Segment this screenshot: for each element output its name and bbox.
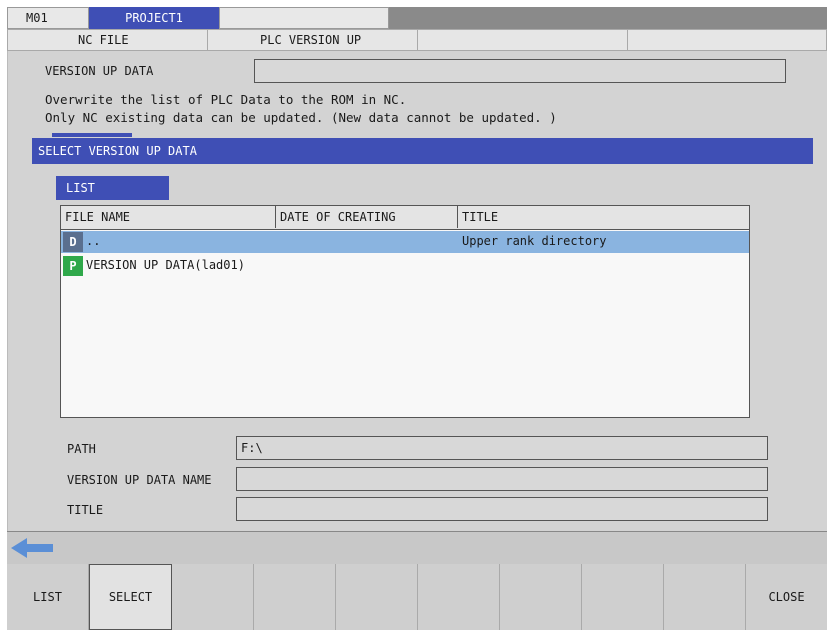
row-file-name: .. <box>86 234 101 248</box>
path-label: PATH <box>67 442 96 456</box>
row-file-name: VERSION UP DATA(lad01) <box>86 258 245 272</box>
softkey-6[interactable] <box>418 564 500 630</box>
softkey-3[interactable] <box>172 564 254 630</box>
path-field[interactable]: F:\ <box>236 436 768 460</box>
row-title: Upper rank directory <box>462 234 607 248</box>
tab-plc-version-up[interactable]: PLC VERSION UP <box>208 30 418 50</box>
version-up-data-field[interactable] <box>254 59 786 83</box>
nav-row <box>7 531 827 564</box>
softkey-select[interactable]: SELECT <box>89 564 172 630</box>
column-file-name[interactable]: FILE NAME <box>61 206 276 228</box>
softkey-9[interactable] <box>664 564 746 630</box>
top-bar: M01 PROJECT1 <box>7 7 827 29</box>
tab-nc-file[interactable]: NC FILE <box>8 30 208 50</box>
plc-file-icon: P <box>63 256 83 276</box>
table-row[interactable]: P VERSION UP DATA(lad01) <box>61 255 749 277</box>
menu-bar-empty-2 <box>628 30 826 50</box>
table-row[interactable]: D .. Upper rank directory <box>61 231 749 253</box>
title-field[interactable] <box>236 497 768 521</box>
project-tab[interactable]: PROJECT1 <box>89 7 219 29</box>
softkey-close[interactable]: CLOSE <box>746 564 827 630</box>
blank-tab <box>219 7 389 29</box>
version-up-data-label: VERSION UP DATA <box>45 64 154 78</box>
version-up-data-name-field[interactable] <box>236 467 768 491</box>
softkey-list[interactable]: LIST <box>7 564 89 630</box>
softkey-8[interactable] <box>582 564 664 630</box>
list-tab[interactable]: LIST <box>56 176 169 200</box>
table-header: FILE NAME DATE OF CREATING TITLE <box>61 206 749 230</box>
column-date-of-creating[interactable]: DATE OF CREATING <box>276 206 458 228</box>
softkey-bar: LIST SELECT CLOSE <box>7 564 827 630</box>
softkey-7[interactable] <box>500 564 582 630</box>
softkey-5[interactable] <box>336 564 418 630</box>
title-label: TITLE <box>67 503 104 517</box>
machine-tab[interactable]: M01 <box>7 7 89 29</box>
column-title[interactable]: TITLE <box>458 206 748 228</box>
softkey-4[interactable] <box>254 564 336 630</box>
menu-bar-empty-1 <box>418 30 628 50</box>
menu-bar: NC FILE PLC VERSION UP <box>7 29 827 51</box>
accent-bar <box>52 133 132 137</box>
description-line-1: Overwrite the list of PLC Data to the RO… <box>45 92 407 107</box>
description-line-2: Only NC existing data can be updated. (N… <box>45 110 557 125</box>
back-arrow-icon[interactable] <box>11 538 55 558</box>
file-list-table: FILE NAME DATE OF CREATING TITLE D .. Up… <box>60 205 750 418</box>
version-up-data-name-label: VERSION UP DATA NAME <box>67 473 212 487</box>
directory-icon: D <box>63 232 83 252</box>
dialog-title: SELECT VERSION UP DATA <box>32 138 813 164</box>
